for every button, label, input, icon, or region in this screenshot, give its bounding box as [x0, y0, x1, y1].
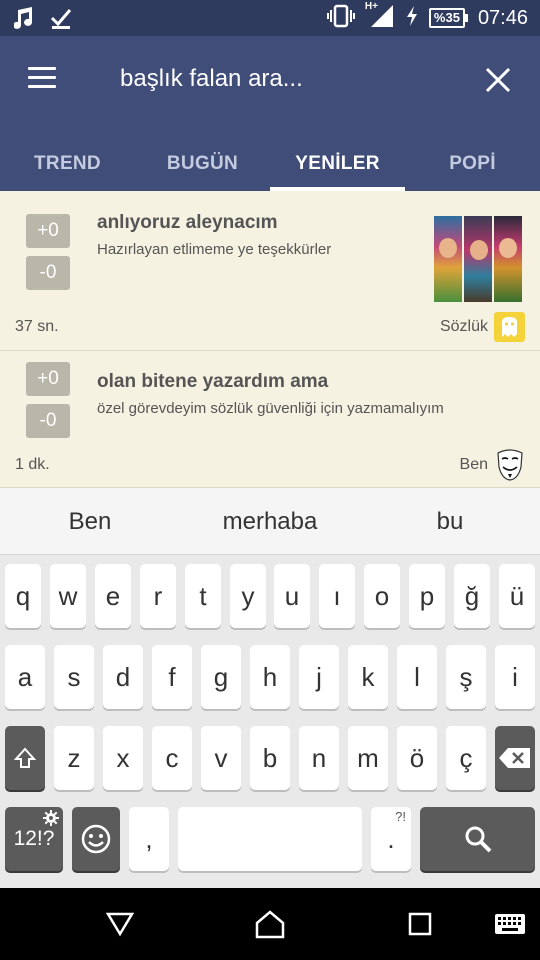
app-bar: TREND BUGÜN YENİLER POPİ — [0, 36, 540, 191]
navigation-bar — [0, 888, 540, 960]
key-k[interactable]: k — [348, 645, 388, 709]
upvote-button[interactable]: +0 — [26, 362, 70, 396]
app-screen: H+ %35 07:46 TREND BUGÜN YENİLER POPİ — [0, 0, 540, 960]
backspace-icon — [499, 748, 530, 768]
shift-arrow-icon — [13, 747, 37, 768]
checkmark-icon — [50, 6, 72, 35]
key-a[interactable]: a — [5, 645, 45, 709]
key-f[interactable]: f — [152, 645, 192, 709]
battery-level: %35 — [428, 8, 465, 28]
period-key-label: . — [387, 823, 395, 854]
key-s-cedilla[interactable]: ş — [446, 645, 486, 709]
key-l[interactable]: l — [397, 645, 437, 709]
period-key[interactable]: . ?! — [371, 807, 411, 871]
search-input[interactable] — [120, 56, 450, 102]
entry-time: 1 dk. — [15, 456, 50, 473]
entry-feed: +0 -0 anlıyoruz aleynacım Hazırlayan etl… — [0, 191, 540, 488]
search-key[interactable] — [420, 807, 535, 871]
music-note-icon — [13, 6, 36, 35]
upvote-button[interactable]: +0 — [26, 214, 70, 248]
suggestion-bar: Ben merhaba bu — [0, 488, 540, 555]
inci-badge-icon[interactable] — [494, 312, 525, 342]
backspace-key[interactable] — [495, 726, 535, 790]
symbols-key-label: 12!? — [13, 827, 55, 850]
key-g[interactable]: g — [201, 645, 241, 709]
guy-fawkes-mask-icon[interactable] — [494, 447, 526, 481]
key-x[interactable]: x — [103, 726, 143, 790]
period-key-hint: ?! — [395, 809, 406, 824]
tab-popi[interactable]: POPİ — [405, 136, 540, 191]
key-s[interactable]: s — [54, 645, 94, 709]
key-b[interactable]: b — [250, 726, 290, 790]
signal-icon: H+ — [364, 0, 395, 34]
smiley-icon — [81, 824, 111, 854]
key-e[interactable]: e — [95, 564, 131, 628]
keyboard-switch-icon[interactable] — [480, 898, 540, 950]
entry-thumbnail[interactable] — [434, 216, 522, 302]
back-icon[interactable] — [90, 898, 150, 950]
search-icon — [465, 826, 491, 853]
key-c[interactable]: c — [152, 726, 192, 790]
key-o-umlaut[interactable]: ö — [397, 726, 437, 790]
symbols-key[interactable]: 12!? — [5, 807, 63, 871]
key-z[interactable]: z — [54, 726, 94, 790]
key-p[interactable]: p — [409, 564, 445, 628]
suggestion-item[interactable]: merhaba — [180, 488, 360, 555]
key-y[interactable]: y — [230, 564, 266, 628]
clock: 07:46 — [477, 6, 528, 29]
entry-subtitle: özel görevdeyim sözlük güvenliği için ya… — [97, 400, 444, 417]
entry-time: 37 sn. — [15, 318, 59, 335]
entry-subtitle: Hazırlayan etlimeme ye teşekkürler — [97, 241, 332, 258]
network-type-label: H+ — [364, 0, 378, 12]
downvote-button[interactable]: -0 — [26, 404, 70, 438]
key-d[interactable]: d — [103, 645, 143, 709]
key-j[interactable]: j — [299, 645, 339, 709]
key-n[interactable]: n — [299, 726, 339, 790]
key-g-breve[interactable]: ğ — [454, 564, 490, 628]
key-u[interactable]: u — [274, 564, 310, 628]
tab-bugun[interactable]: BUGÜN — [135, 136, 270, 191]
tab-trend[interactable]: TREND — [0, 136, 135, 191]
suggestion-item[interactable]: bu — [360, 488, 540, 555]
key-o[interactable]: o — [364, 564, 400, 628]
key-w[interactable]: w — [50, 564, 86, 628]
key-m[interactable]: m — [348, 726, 388, 790]
settings-gear-icon — [43, 810, 59, 826]
key-c-cedilla[interactable]: ç — [446, 726, 486, 790]
key-u-umlaut[interactable]: ü — [499, 564, 535, 628]
key-v[interactable]: v — [201, 726, 241, 790]
close-icon[interactable] — [478, 60, 518, 100]
key-q[interactable]: q — [5, 564, 41, 628]
battery-icon: %35 — [428, 8, 468, 28]
suggestion-item[interactable]: Ben — [0, 488, 180, 555]
menu-icon[interactable] — [28, 67, 56, 89]
key-i[interactable]: i — [495, 645, 535, 709]
keyboard: q w e r t y u ı o p ğ ü a s d f g h j k … — [0, 555, 540, 888]
shift-key[interactable] — [5, 726, 45, 790]
key-t[interactable]: t — [185, 564, 221, 628]
key-h[interactable]: h — [250, 645, 290, 709]
emoji-key[interactable] — [72, 807, 120, 871]
home-icon[interactable] — [240, 898, 300, 950]
tab-bar: TREND BUGÜN YENİLER POPİ — [0, 136, 540, 191]
status-bar: H+ %35 07:46 — [0, 0, 540, 36]
entry-title[interactable]: olan bitene yazardım ama — [97, 371, 328, 393]
vibrate-icon — [326, 4, 355, 33]
space-key[interactable] — [178, 807, 362, 871]
key-r[interactable]: r — [140, 564, 176, 628]
tab-yeniler[interactable]: YENİLER — [270, 136, 405, 191]
recent-apps-icon[interactable] — [390, 898, 450, 950]
entry-item[interactable]: +0 -0 anlıyoruz aleynacım Hazırlayan etl… — [0, 191, 540, 351]
entry-source[interactable]: Sözlük — [440, 318, 488, 336]
comma-key[interactable]: , — [129, 807, 169, 871]
charging-icon — [405, 5, 419, 32]
entry-title[interactable]: anlıyoruz aleynacım — [97, 212, 278, 234]
downvote-button[interactable]: -0 — [26, 256, 70, 290]
key-dotless-i[interactable]: ı — [319, 564, 355, 628]
entry-source[interactable]: Ben — [460, 456, 488, 474]
entry-item[interactable]: +0 -0 olan bitene yazardım ama özel göre… — [0, 351, 540, 488]
